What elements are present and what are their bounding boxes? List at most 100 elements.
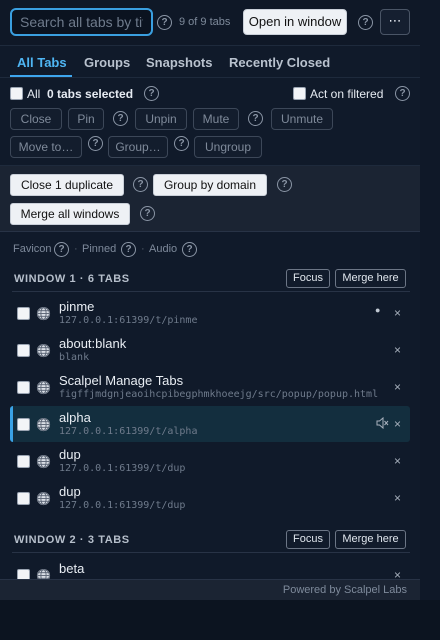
pinned-help-icon[interactable]: ? <box>121 242 136 257</box>
group-button[interactable]: Group… <box>108 136 168 158</box>
pin-button[interactable]: Pin <box>68 108 104 130</box>
pin-icon[interactable]: ● <box>375 305 380 315</box>
separator: · <box>74 243 78 255</box>
tab-url: figffjmdgnjeaoihcpibegphmkhoeejg/src/pop… <box>59 389 379 400</box>
close-tab-icon[interactable]: × <box>394 417 401 431</box>
tab-url: 127.0.0.1:61399/t/pinme <box>59 315 198 326</box>
tab-url: 127.0.0.1:61399/t/alpha <box>59 426 198 437</box>
tab-url: blank <box>59 352 90 363</box>
tab-checkbox[interactable] <box>17 418 30 431</box>
globe-icon <box>36 417 51 432</box>
group-domain-help-icon[interactable]: ? <box>277 177 292 192</box>
mute-button[interactable]: Mute <box>193 108 239 130</box>
separator: · <box>141 243 145 255</box>
tab-title: dup <box>59 484 81 499</box>
open-in-window-button[interactable]: Open in window <box>243 9 347 35</box>
favicon-column-label: Favicon <box>13 243 52 255</box>
globe-icon <box>36 343 51 358</box>
pinned-column-label: Pinned <box>82 243 117 255</box>
tab-snapshots[interactable]: Snapshots <box>146 55 212 70</box>
select-all-checkbox[interactable] <box>10 87 23 100</box>
tab-row-active[interactable]: alpha 127.0.0.1:61399/t/alpha × <box>10 406 410 442</box>
act-on-filtered-label: Act on filtered <box>310 87 384 101</box>
tab-checkbox[interactable] <box>17 381 30 394</box>
move-help-icon[interactable]: ? <box>88 136 103 151</box>
merge-help-icon[interactable]: ? <box>140 206 155 221</box>
tab-checkbox[interactable] <box>17 344 30 357</box>
mute-speaker-icon[interactable] <box>376 417 389 429</box>
window-2-focus-button[interactable]: Focus <box>286 530 330 549</box>
tab-title: Scalpel Manage Tabs <box>59 373 184 388</box>
globe-icon <box>36 491 51 506</box>
audio-help-icon[interactable]: ? <box>182 242 197 257</box>
group-help-icon[interactable]: ? <box>174 136 189 151</box>
tab-row[interactable]: Scalpel Manage Tabs figffjmdgnjeaoihcpib… <box>10 369 410 405</box>
audio-column-label: Audio <box>149 243 178 255</box>
window-divider <box>12 552 410 553</box>
open-window-help-icon[interactable]: ? <box>358 15 373 30</box>
move-to-button[interactable]: Move to… <box>10 136 82 158</box>
more-menu-button[interactable]: ⋯ <box>380 9 410 35</box>
tab-recently-closed[interactable]: Recently Closed <box>229 55 330 70</box>
tab-row[interactable]: dup 127.0.0.1:61399/t/dup × <box>10 443 410 479</box>
tab-row[interactable]: dup 127.0.0.1:61399/t/dup × <box>10 480 410 516</box>
tab-manager-panel: ? 9 of 9 tabs Open in window ? ⋯ All Tab… <box>0 0 420 600</box>
selection-help-icon[interactable]: ? <box>144 86 159 101</box>
merge-all-windows-button[interactable]: Merge all windows <box>10 203 130 225</box>
active-tab-indicator <box>10 75 72 77</box>
close-tab-icon[interactable]: × <box>394 380 401 394</box>
search-input[interactable] <box>10 8 153 36</box>
close-tab-icon[interactable]: × <box>394 454 401 468</box>
close-button[interactable]: Close <box>10 108 62 130</box>
window-divider <box>12 291 410 292</box>
favicon-help-icon[interactable]: ? <box>54 242 69 257</box>
window-1-merge-button[interactable]: Merge here <box>335 269 406 288</box>
search-help-icon[interactable]: ? <box>157 15 172 30</box>
unpin-button[interactable]: Unpin <box>135 108 187 130</box>
close-tab-icon[interactable]: × <box>394 491 401 505</box>
act-on-filtered-checkbox[interactable] <box>293 87 306 100</box>
mute-help-icon[interactable]: ? <box>248 111 263 126</box>
globe-icon <box>36 454 51 469</box>
bulk-actions: All 0 tabs selected ? Act on filtered ? … <box>0 78 420 166</box>
tab-groups[interactable]: Groups <box>84 55 130 70</box>
tab-row[interactable]: pinme 127.0.0.1:61399/t/pinme ● × <box>10 295 410 331</box>
window-2-heading: WINDOW 2 · 3 TABS <box>14 534 130 546</box>
close-tab-icon[interactable]: × <box>394 343 401 357</box>
tab-title: beta <box>59 561 85 576</box>
pin-help-icon[interactable]: ? <box>113 111 128 126</box>
act-filtered-help-icon[interactable]: ? <box>395 86 410 101</box>
tab-url: 127.0.0.1:61399/t/dup <box>59 500 186 511</box>
bottom-background <box>0 600 440 640</box>
close-tab-icon[interactable]: × <box>394 306 401 320</box>
tab-count: 9 of 9 tabs <box>179 16 231 28</box>
tab-title: about:blank <box>59 336 127 351</box>
tab-all-tabs[interactable]: All Tabs <box>17 55 67 70</box>
globe-icon <box>36 380 51 395</box>
view-tabs: All Tabs Groups Snapshots Recently Close… <box>0 46 420 78</box>
scrollbar[interactable] <box>420 0 440 600</box>
close-dup-help-icon[interactable]: ? <box>133 177 148 192</box>
window-1-focus-button[interactable]: Focus <box>286 269 330 288</box>
top-bar: ? 9 of 9 tabs Open in window ? ⋯ <box>0 0 420 46</box>
tab-checkbox[interactable] <box>17 307 30 320</box>
tab-checkbox[interactable] <box>17 492 30 505</box>
tab-title: dup <box>59 447 81 462</box>
footer: Powered by Scalpel Labs <box>0 579 420 600</box>
tab-row[interactable]: about:blank blank × <box>10 332 410 368</box>
tab-title: alpha <box>59 410 91 425</box>
tab-title: pinme <box>59 299 95 314</box>
quick-actions: Close 1 duplicate ? Group by domain ? Me… <box>0 166 420 232</box>
ungroup-button[interactable]: Ungroup <box>194 136 262 158</box>
selected-count: 0 tabs selected <box>47 87 134 101</box>
globe-icon <box>36 306 51 321</box>
group-by-domain-button[interactable]: Group by domain <box>153 174 267 196</box>
powered-by-text: Powered by Scalpel Labs <box>282 584 407 596</box>
unmute-button[interactable]: Unmute <box>271 108 333 130</box>
select-all-label: All <box>27 87 41 101</box>
tab-checkbox[interactable] <box>17 455 30 468</box>
tab-url: 127.0.0.1:61399/t/dup <box>59 463 186 474</box>
window-2-merge-button[interactable]: Merge here <box>335 530 406 549</box>
close-duplicates-button[interactable]: Close 1 duplicate <box>10 174 124 196</box>
window-1-heading: WINDOW 1 · 6 TABS <box>14 273 130 285</box>
